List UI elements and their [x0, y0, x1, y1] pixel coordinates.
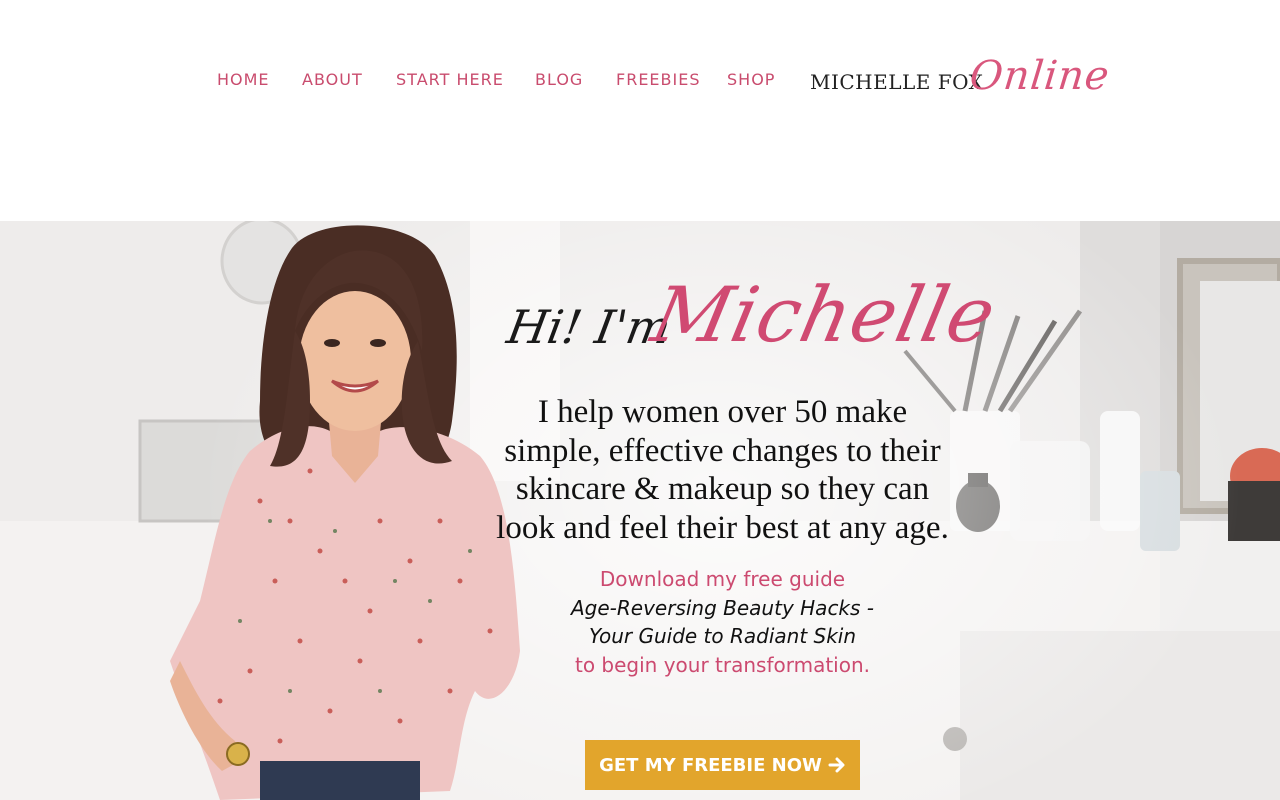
logo-script-word: Online [967, 53, 1112, 99]
arrow-right-icon [828, 757, 845, 773]
hero-tagline: I help women over 50 make simple, effect… [496, 394, 949, 546]
hero-greeting: Hi! I'm Michelle [490, 261, 1004, 379]
greeting-name: Michelle [644, 270, 1004, 359]
nav-start-here-link[interactable]: START HERE [396, 68, 504, 92]
nav-freebies-link[interactable]: FREEBIES [616, 68, 701, 92]
site-logo[interactable]: MICHELLE FOX Online [810, 48, 1112, 112]
freebie-intro: Download my free guide [599, 567, 846, 591]
freebie-outro: to begin your transformation. [574, 652, 871, 677]
nav-home-link[interactable]: HOME [217, 68, 270, 92]
hero-content: Hi! I'm Michelle I help women over 50 ma… [490, 261, 1004, 679]
freebie-title-line-1: Age-Reversing Beauty Hacks - [570, 595, 875, 620]
michelle-portrait-image [170, 225, 520, 800]
nav-about-link[interactable]: ABOUT [302, 68, 363, 92]
freebie-description: Download my free guide Age-Reversing Bea… [490, 565, 955, 679]
logo-wordmark: MICHELLE FOX [810, 70, 984, 94]
freebie-title-line-2: Your Guide to Radiant Skin [588, 624, 857, 648]
get-freebie-button[interactable]: GET MY FREEBIE NOW [585, 740, 860, 790]
hero-section: Hi! I'm Michelle I help women over 50 ma… [0, 221, 1280, 800]
nav-shop-link[interactable]: SHOP [727, 68, 775, 92]
nav-blog-link[interactable]: BLOG [535, 68, 583, 92]
site-header: HOME ABOUT START HERE BLOG FREEBIES SHOP… [0, 0, 1280, 221]
get-freebie-label: GET MY FREEBIE NOW [599, 754, 822, 776]
